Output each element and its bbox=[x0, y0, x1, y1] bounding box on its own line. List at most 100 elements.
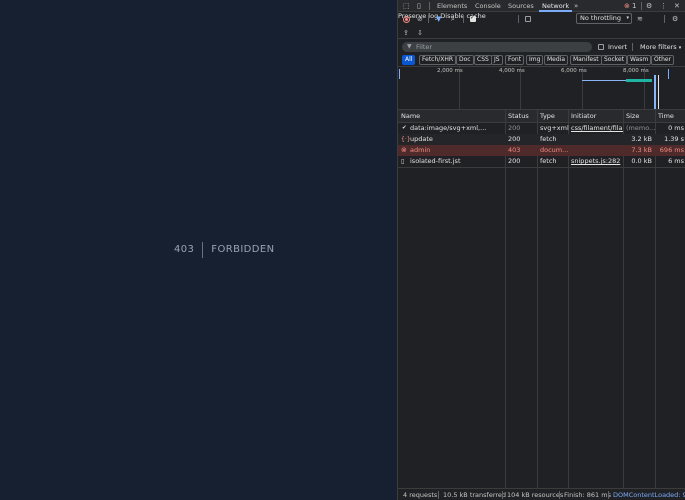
dom-content-loaded: DOMContentLoaded: 928 bbox=[613, 491, 685, 499]
request-name[interactable]: admin bbox=[410, 145, 503, 156]
error-icon: ⊗ bbox=[401, 146, 407, 154]
more-options-icon[interactable]: ⋮ bbox=[660, 0, 667, 12]
inspect-element-icon[interactable]: ⬚ bbox=[403, 0, 410, 12]
type-filter-manifest[interactable]: Manifest bbox=[570, 55, 602, 65]
filter-icon[interactable]: ▼ bbox=[436, 13, 441, 25]
network-conditions-icon[interactable]: ≋ bbox=[637, 13, 643, 25]
error-code: 403 bbox=[174, 244, 195, 255]
chevron-down-icon: ▾ bbox=[626, 15, 629, 21]
request-time: 1.39 s bbox=[664, 135, 684, 143]
filter-funnel-icon: ▼ bbox=[407, 43, 412, 50]
request-time: 696 ms bbox=[659, 146, 684, 154]
type-filter-other[interactable]: Other bbox=[651, 55, 675, 65]
error-message: 403 FORBIDDEN bbox=[174, 241, 274, 258]
more-filters-button[interactable]: More filters ▾ bbox=[640, 40, 681, 55]
device-toolbar-icon[interactable]: ▯ bbox=[417, 0, 421, 12]
request-name[interactable]: data:image/svg+xml,... bbox=[410, 123, 503, 134]
type-filter-wasm[interactable]: Wasm bbox=[627, 55, 652, 65]
request-initiator-link[interactable]: css/filament/filam bbox=[571, 123, 623, 134]
record-icon[interactable] bbox=[403, 16, 410, 23]
settings-gear-icon[interactable]: ⚙ bbox=[646, 0, 652, 12]
timeline-marker bbox=[654, 75, 656, 109]
column-header-initiator[interactable]: Initiator bbox=[571, 110, 596, 122]
type-filter-all[interactable]: All bbox=[402, 55, 416, 65]
close-icon[interactable]: ✕ bbox=[674, 0, 680, 12]
column-header-type[interactable]: Type bbox=[540, 110, 555, 122]
timeline-tick: 6,000 ms bbox=[561, 68, 587, 74]
request-status: 403 bbox=[508, 146, 521, 154]
timeline-marker bbox=[658, 75, 659, 109]
toolbar-divider bbox=[664, 15, 665, 23]
document-icon: ▯ bbox=[401, 158, 405, 165]
request-size: (memo... bbox=[626, 124, 655, 132]
request-type: fetch bbox=[540, 157, 557, 165]
request-status: 200 bbox=[508, 135, 521, 143]
timeline-overview[interactable]: 2,000 ms 4,000 ms 6,000 ms 8,000 ms bbox=[398, 67, 685, 109]
preserve-log-checkbox[interactable] bbox=[470, 14, 476, 22]
column-header-name[interactable]: Name bbox=[401, 110, 420, 122]
error-text: FORBIDDEN bbox=[211, 244, 275, 255]
timeline-start-marker bbox=[399, 69, 400, 79]
request-time: 6 ms bbox=[668, 157, 684, 165]
search-icon[interactable]: ⌕ bbox=[451, 13, 455, 25]
timeline-end-marker bbox=[668, 69, 669, 79]
request-name[interactable]: update bbox=[410, 134, 503, 145]
invert-checkbox[interactable] bbox=[598, 44, 604, 50]
more-filters-label: More filters bbox=[640, 43, 677, 51]
filter-input[interactable]: ▼ Filter bbox=[402, 42, 592, 52]
tab-network[interactable]: Network bbox=[539, 0, 573, 12]
timeline-tick: 2,000 ms bbox=[437, 68, 463, 74]
invert-label[interactable]: Invert bbox=[608, 40, 627, 54]
filter-bar: ▼ Filter Invert More filters ▾ bbox=[398, 40, 685, 54]
error-count[interactable]: 1 bbox=[632, 0, 636, 12]
devtools-tabbar: ⬚ ▯ Elements Console Sources Network » ⊗… bbox=[398, 0, 685, 12]
divider bbox=[398, 167, 685, 168]
tab-elements[interactable]: Elements bbox=[437, 0, 467, 12]
status-divider bbox=[502, 491, 503, 499]
type-filter-socket[interactable]: Socket bbox=[601, 55, 628, 65]
network-settings-icon[interactable]: ⚙ bbox=[672, 13, 678, 25]
type-filter-fetch-xhr[interactable]: Fetch/XHR bbox=[419, 55, 457, 65]
request-size: 3.2 kB bbox=[631, 135, 652, 143]
toolbar-divider bbox=[518, 15, 519, 23]
type-filter-media[interactable]: Media bbox=[544, 55, 569, 65]
status-divider bbox=[559, 491, 560, 499]
request-name[interactable]: isolated-first.jst bbox=[410, 156, 503, 167]
throttling-select[interactable]: No throttling ▾ bbox=[576, 13, 632, 24]
type-filter-font[interactable]: Font bbox=[505, 55, 525, 65]
request-type: svg+xml bbox=[540, 124, 569, 132]
type-filter-js[interactable]: JS bbox=[491, 55, 503, 65]
page-viewport: 403 FORBIDDEN bbox=[0, 0, 397, 500]
column-header-time[interactable]: Time bbox=[658, 110, 674, 122]
error-badge-icon[interactable]: ⊗ bbox=[624, 0, 630, 12]
finish-time: Finish: 861 ms bbox=[564, 491, 611, 499]
timeline-tick: 8,000 ms bbox=[623, 68, 649, 74]
disable-cache-checkbox[interactable] bbox=[525, 16, 531, 22]
type-filter-img[interactable]: Img bbox=[526, 55, 544, 65]
request-type: fetch bbox=[540, 135, 557, 143]
tab-sources[interactable]: Sources bbox=[508, 0, 534, 12]
column-header-size[interactable]: Size bbox=[626, 110, 639, 122]
type-filter-css[interactable]: CSS bbox=[474, 55, 492, 65]
request-initiator-link[interactable]: snippets.js:282 bbox=[571, 156, 623, 167]
transferred-size: 10.5 kB transferred bbox=[443, 491, 507, 499]
request-time: 0 ms bbox=[668, 124, 684, 132]
request-status: 200 bbox=[508, 124, 521, 132]
resources-size: 104 kB resources bbox=[507, 491, 564, 499]
throttling-value: No throttling bbox=[580, 14, 622, 22]
svg-file-icon: ✔ bbox=[402, 125, 407, 131]
clear-icon[interactable]: ⊘ bbox=[417, 13, 423, 25]
status-divider bbox=[608, 491, 609, 499]
column-header-status[interactable]: Status bbox=[508, 110, 529, 122]
toolbar-divider bbox=[463, 15, 464, 23]
tab-divider bbox=[429, 2, 430, 10]
toolbar-divider bbox=[428, 15, 429, 23]
devtools-panel: ⬚ ▯ Elements Console Sources Network » ⊗… bbox=[397, 0, 685, 500]
tab-console[interactable]: Console bbox=[475, 0, 501, 12]
divider bbox=[398, 38, 685, 39]
more-tabs-icon[interactable]: » bbox=[574, 0, 578, 12]
timeline-tick: 4,000 ms bbox=[499, 68, 525, 74]
network-status-bar: 4 requests 10.5 kB transferred 104 kB re… bbox=[398, 488, 685, 500]
type-filter-doc[interactable]: Doc bbox=[456, 55, 474, 65]
status-divider bbox=[438, 491, 439, 499]
